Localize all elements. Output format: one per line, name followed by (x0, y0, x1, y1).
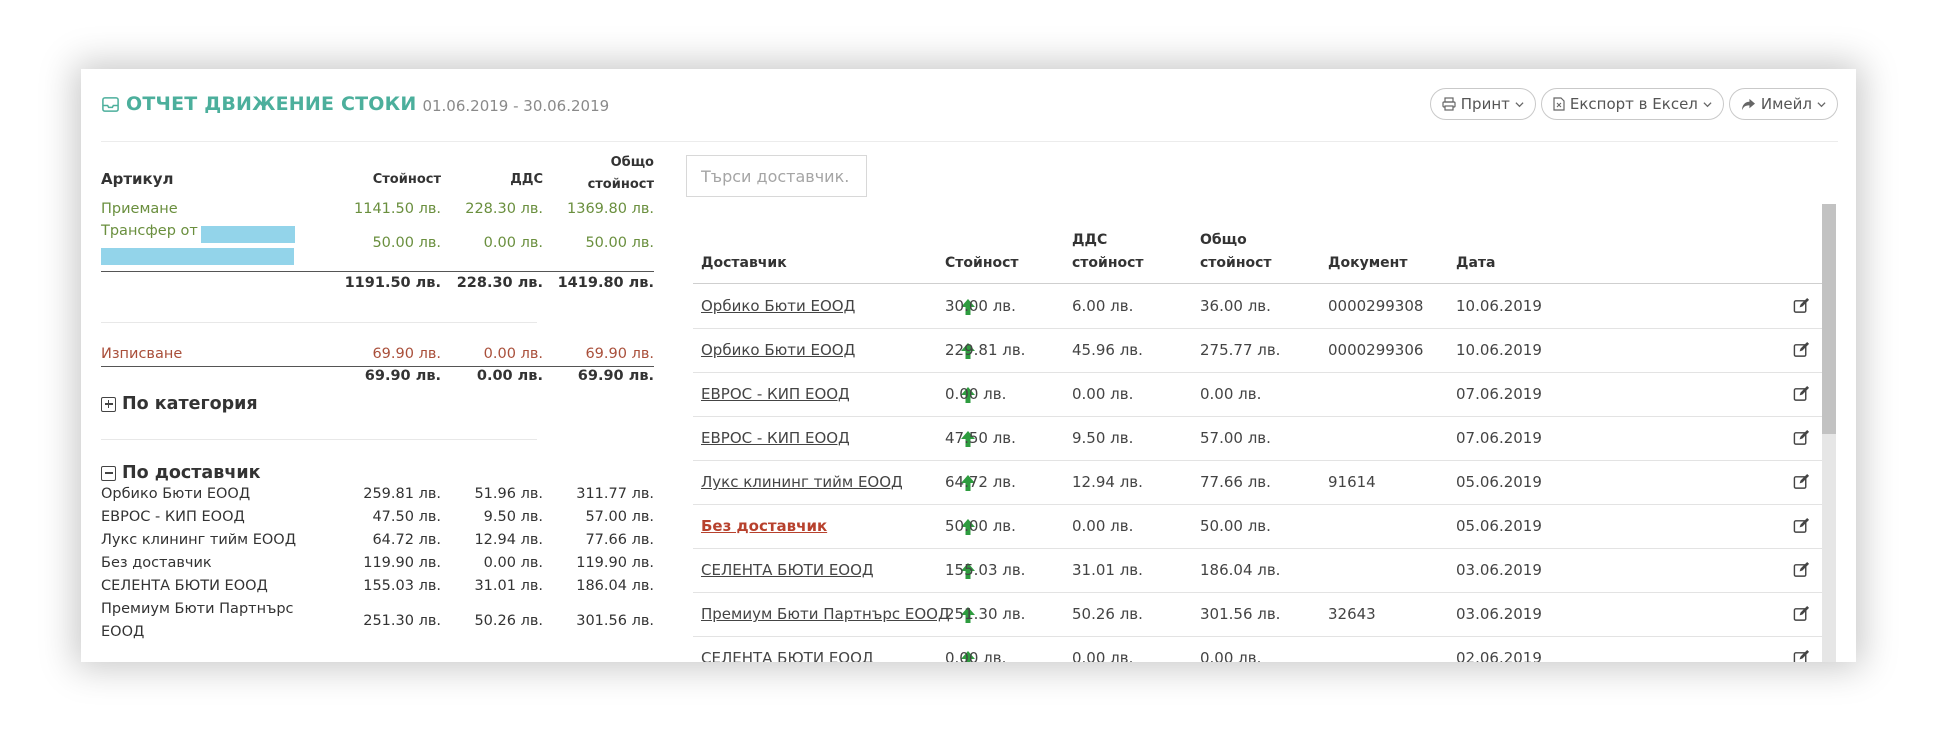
print-icon (1442, 97, 1456, 111)
total-column-header-line1: Общо (1200, 232, 1247, 248)
supplier-column-header: Доставчик (701, 255, 787, 271)
table-row: СЕЛЕНТА БЮТИ ЕООД 155.03 лв. 31.01 лв. 1… (693, 549, 1833, 593)
supplier-link[interactable]: СЕЛЕНТА БЮТИ ЕООД (701, 649, 874, 662)
collapse-icon (101, 465, 116, 481)
article-header: Артикул (101, 170, 174, 188)
vat-column-header-line1: ДДС (1072, 232, 1108, 248)
chevron-down-icon (1703, 101, 1712, 107)
edit-icon[interactable] (1793, 649, 1810, 662)
table-row: Премиум Бюти Партнърс ЕООД 251.30 лв. 50… (693, 593, 1833, 637)
excel-file-icon (1553, 97, 1565, 111)
report-header: ОТЧЕТ ДВИЖЕНИЕ СТОКИ 01.06.2019 - 30.06.… (101, 87, 609, 121)
by-category-toggle[interactable]: По категория (101, 394, 258, 414)
table-row: Орбико Бюти ЕООД 30.00 лв. 6.00 лв. 36.0… (693, 285, 1833, 329)
table-row: СЕЛЕНТА БЮТИ ЕООД 0.00 лв. 0.00 лв. 0.00… (693, 637, 1833, 662)
edit-icon[interactable] (1793, 517, 1810, 534)
total-header-line1: Общо (610, 155, 654, 170)
supplier-link[interactable]: ЕВРОС - КИП ЕООД (701, 385, 850, 403)
total-column-header-line2: стойност (1200, 255, 1272, 271)
supplier-link[interactable]: Лукс клининг тийм ЕООД (701, 473, 903, 491)
table-row: Без доставчик 50.00 лв. 0.00 лв. 50.00 л… (693, 505, 1833, 549)
table-row: Орбико Бюти ЕООД 229.81 лв. 45.96 лв. 27… (693, 329, 1833, 373)
export-excel-button[interactable]: Експорт в Ексел (1540, 88, 1724, 120)
redaction-mark (101, 248, 294, 265)
redaction-mark (201, 226, 295, 243)
share-arrow-icon (1741, 98, 1755, 110)
by-supplier-toggle[interactable]: По доставчик (101, 463, 260, 483)
print-label: Принт (1460, 95, 1510, 113)
page-title: ОТЧЕТ ДВИЖЕНИЕ СТОКИ (126, 93, 417, 115)
email-button[interactable]: Имейл (1728, 88, 1838, 120)
section-divider (101, 439, 537, 440)
sum-divider (101, 366, 654, 367)
supplier-link[interactable]: Премиум Бюти Партнърс ЕООД (701, 605, 950, 623)
table-row: ЕВРОС - КИП ЕООД 0.00 лв. 0.00 лв. 0.00 … (693, 373, 1833, 417)
scrollbar-thumb[interactable] (1822, 204, 1836, 434)
edit-icon[interactable] (1793, 429, 1810, 446)
value-header: Стойност (372, 172, 441, 187)
by-supplier-label: По доставчик (122, 463, 261, 483)
edit-icon[interactable] (1793, 473, 1810, 490)
report-panel: ОТЧЕТ ДВИЖЕНИЕ СТОКИ 01.06.2019 - 30.06.… (81, 69, 1856, 662)
edit-icon[interactable] (1793, 341, 1810, 358)
vat-column-header-line2: стойност (1072, 255, 1144, 271)
table-row: ЕВРОС - КИП ЕООД 47.50 лв. 9.50 лв. 57.0… (693, 417, 1833, 461)
supplier-search-input[interactable] (686, 155, 867, 197)
chevron-down-icon (1817, 101, 1826, 107)
email-label: Имейл (1760, 95, 1812, 113)
by-category-label: По категория (122, 394, 258, 414)
document-column-header: Документ (1328, 255, 1408, 271)
value-column-header: Стойност (945, 255, 1019, 271)
table-row: Лукс клининг тийм ЕООД 64.72 лв. 12.94 л… (693, 461, 1833, 505)
toolbar: Принт Експорт в Ексел Имейл (1429, 88, 1838, 120)
no-supplier-link[interactable]: Без доставчик (701, 517, 827, 535)
sum-divider (101, 271, 654, 272)
print-button[interactable]: Принт (1429, 88, 1536, 120)
edit-icon[interactable] (1793, 561, 1810, 578)
edit-icon[interactable] (1793, 605, 1810, 622)
supplier-link[interactable]: Орбико Бюти ЕООД (701, 297, 855, 315)
table-header: Доставчик Стойност ДДС стойност Общо сто… (693, 214, 1833, 284)
inbox-icon (102, 96, 119, 112)
total-header-line2: стойност (587, 177, 654, 192)
section-divider (101, 322, 537, 323)
chevron-down-icon (1515, 101, 1524, 107)
expand-icon (101, 396, 116, 412)
edit-icon[interactable] (1793, 385, 1810, 402)
date-range: 01.06.2019 - 30.06.2019 (422, 96, 610, 115)
supplier-link[interactable]: СЕЛЕНТА БЮТИ ЕООД (701, 561, 874, 579)
supplier-link[interactable]: ЕВРОС - КИП ЕООД (701, 429, 850, 447)
header-divider (101, 141, 1838, 142)
vat-header: ДДС (510, 172, 543, 187)
export-label: Експорт в Ексел (1569, 95, 1698, 113)
summary-header: Артикул Стойност ДДС Общо стойност (101, 154, 654, 198)
edit-icon[interactable] (1793, 297, 1810, 314)
supplier-link[interactable]: Орбико Бюти ЕООД (701, 341, 855, 359)
date-column-header: Дата (1456, 255, 1496, 271)
